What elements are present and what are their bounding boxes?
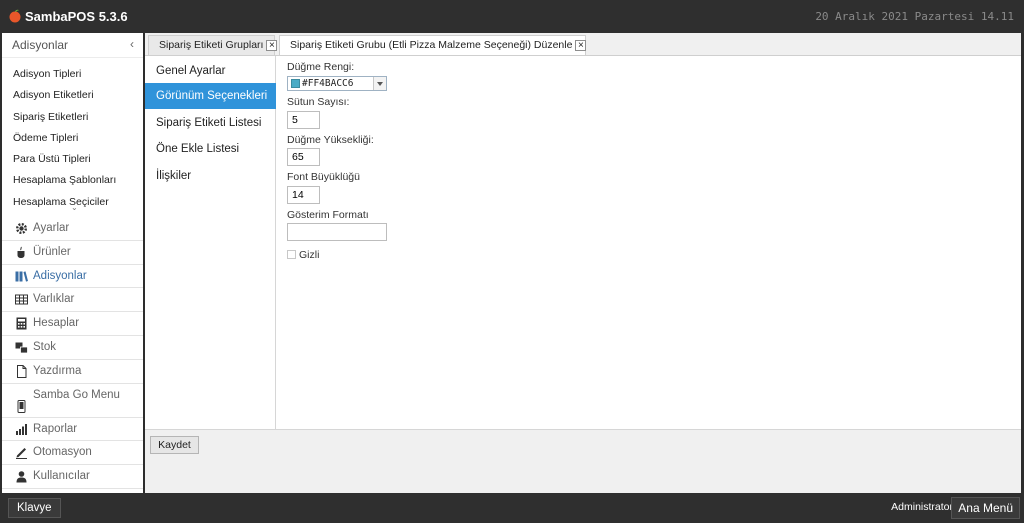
editor-panel: Genel Ayarlar Görünüm Seçenekleri Sipari… — [145, 55, 1021, 430]
sidebar-item-hesaplar[interactable]: Hesaplar — [2, 312, 143, 336]
subnav-genel-ayarlar[interactable]: Genel Ayarlar — [145, 58, 276, 84]
tab-label: Sipariş Etiketi Grupları — [159, 39, 264, 51]
subnav-siparis-etiketi-listesi[interactable]: Sipariş Etiketi Listesi — [145, 110, 276, 136]
sidebar-sub-item-siparis-etiketleri[interactable]: Sipariş Etiketleri — [2, 107, 143, 128]
sidebar-item-label: Otomasyon — [33, 446, 92, 459]
sidebar-item-adisyonlar[interactable]: Adisyonlar — [2, 265, 143, 289]
sidebar-header-label: Adisyonlar — [12, 38, 69, 52]
sidebar-item-label: Varlıklar — [33, 293, 75, 306]
action-bar: Kaydet — [145, 429, 1021, 493]
font-size-input[interactable] — [287, 186, 320, 204]
close-icon[interactable]: × — [575, 39, 587, 51]
title-bar: SambaPOS 5.3.6 20 Aralık 2021 Pazartesi … — [0, 0, 1024, 33]
current-user: Administrator — [891, 501, 953, 513]
subnav-label: Görünüm Seçenekleri — [156, 90, 268, 102]
sidebar-item-label: Samba Go Menu — [33, 388, 120, 401]
bar-chart-icon — [16, 423, 27, 435]
stock-icon — [15, 342, 28, 354]
sidebar-item-label: Hesaplar — [33, 317, 80, 330]
books-icon — [15, 270, 28, 282]
sidebar-item-label: Stok — [33, 340, 57, 353]
sidebar-item-label: Raporlar — [33, 422, 78, 435]
pen-icon — [16, 448, 27, 460]
sidebar-item-otomasyon[interactable]: Otomasyon — [2, 441, 143, 466]
sidebar-item-label: Ayarlar — [33, 222, 70, 234]
sidebar-item-raporlar[interactable]: Raporlar — [2, 418, 143, 442]
display-format-label: Gösterim Formatı — [287, 209, 369, 221]
cup-icon — [17, 246, 25, 258]
button-color-picker[interactable]: #FF4BACC6 — [287, 76, 387, 91]
sidebar-item-label: Kullanıcılar — [33, 470, 90, 483]
user-icon — [16, 471, 27, 483]
sidebar-sub-item-hesaplama-sablonlari[interactable]: Hesaplama Şablonları — [2, 170, 143, 191]
sidebar-item-yazdirma[interactable]: Yazdırma — [2, 360, 143, 384]
sidebar: Adisyonlar ‹ Adisyon Tipleri Adisyon Eti… — [2, 33, 143, 493]
sidebar-item-label: Adisyonlar — [33, 269, 87, 282]
sidebar-item-samba-go-menu[interactable]: Samba Go Menu — [2, 384, 143, 418]
main-area: Sipariş Etiketi Grupları × Sipariş Etiket… — [145, 33, 1021, 493]
sidebar-item-varliklar[interactable]: Varlıklar — [2, 288, 143, 313]
hidden-label: Gizli — [299, 249, 320, 261]
column-count-input[interactable] — [287, 111, 320, 129]
app-title: SambaPOS 5.3.6 — [25, 9, 128, 24]
sidebar-sub-item-adisyon-tipleri[interactable]: Adisyon Tipleri — [2, 64, 143, 85]
subnav-iliskiler[interactable]: İlişkiler — [145, 163, 276, 189]
sidebar-item-ayarlar[interactable]: Ayarlar — [2, 217, 143, 241]
color-swatch — [291, 79, 300, 88]
button-height-input[interactable] — [287, 148, 320, 166]
button-height-label: Düğme Yüksekliği: — [287, 134, 374, 146]
document-icon — [17, 364, 27, 378]
sidebar-item-kullanicilar[interactable]: Kullanıcılar — [2, 465, 143, 489]
collapse-icon[interactable]: ‹ — [130, 37, 134, 51]
calculator-icon — [16, 317, 27, 330]
subnav-gorunum-secenekleri[interactable]: Görünüm Seçenekleri — [145, 83, 283, 109]
status-bar: Klavye Administrator Ana Menü — [0, 493, 1024, 523]
main-menu-button[interactable]: Ana Menü — [951, 497, 1020, 519]
scroll-down-icon[interactable]: ⌄ — [71, 203, 78, 212]
sidebar-item-label: Yazdırma — [33, 364, 82, 377]
close-icon[interactable]: × — [266, 39, 278, 51]
tab-siparis-etiketi-grubu-duzenle[interactable]: Sipariş Etiketi Grubu (Etli Pizza Malzem… — [279, 35, 587, 56]
samba-logo-icon — [9, 9, 21, 23]
settings-nav: Genel Ayarlar Görünüm Seçenekleri Sipari… — [145, 56, 283, 430]
sidebar-header: Adisyonlar ‹ — [2, 33, 143, 58]
keyboard-button[interactable]: Klavye — [8, 498, 61, 518]
mobile-icon — [17, 399, 26, 413]
button-color-value: #FF4BACC6 — [302, 78, 354, 89]
sidebar-sub-item-adisyon-etiketleri[interactable]: Adisyon Etiketleri — [2, 85, 143, 106]
hidden-checkbox[interactable] — [287, 250, 296, 259]
active-pointer — [276, 88, 283, 104]
sidebar-sub-item-odeme-tipleri[interactable]: Ödeme Tipleri — [2, 128, 143, 149]
save-button[interactable]: Kaydet — [150, 436, 199, 454]
sidebar-menu: Ayarlar Ürünler Adisyonlar Varlıklar Hes… — [2, 217, 143, 489]
column-count-label: Sütun Sayısı: — [287, 96, 350, 108]
display-format-input[interactable] — [287, 223, 387, 241]
sidebar-sublist: Adisyon Tipleri Adisyon Etiketleri Sipar… — [2, 64, 143, 207]
tab-siparis-etiketi-gruplari[interactable]: Sipariş Etiketi Grupları × — [148, 35, 278, 55]
sidebar-item-urunler[interactable]: Ürünler — [2, 241, 143, 265]
table-icon — [15, 294, 28, 305]
gear-icon — [15, 222, 28, 235]
sidebar-item-label: Ürünler — [33, 245, 71, 258]
sidebar-item-stok[interactable]: Stok — [2, 336, 143, 360]
button-color-label: Düğme Rengi: — [287, 61, 355, 73]
chevron-down-icon[interactable] — [373, 77, 386, 90]
tab-bar: Sipariş Etiketi Grupları × Sipariş Etiket… — [145, 33, 1021, 56]
font-size-label: Font Büyüklüğü — [287, 171, 360, 183]
subnav-one-ekle-listesi[interactable]: Öne Ekle Listesi — [145, 136, 276, 162]
date-display: 20 Aralık 2021 Pazartesi 14.11 — [815, 10, 1014, 23]
sidebar-sub-item-para-ustu-tipleri[interactable]: Para Üstü Tipleri — [2, 149, 143, 170]
tab-label: Sipariş Etiketi Grubu (Etli Pizza Malzem… — [290, 39, 573, 51]
